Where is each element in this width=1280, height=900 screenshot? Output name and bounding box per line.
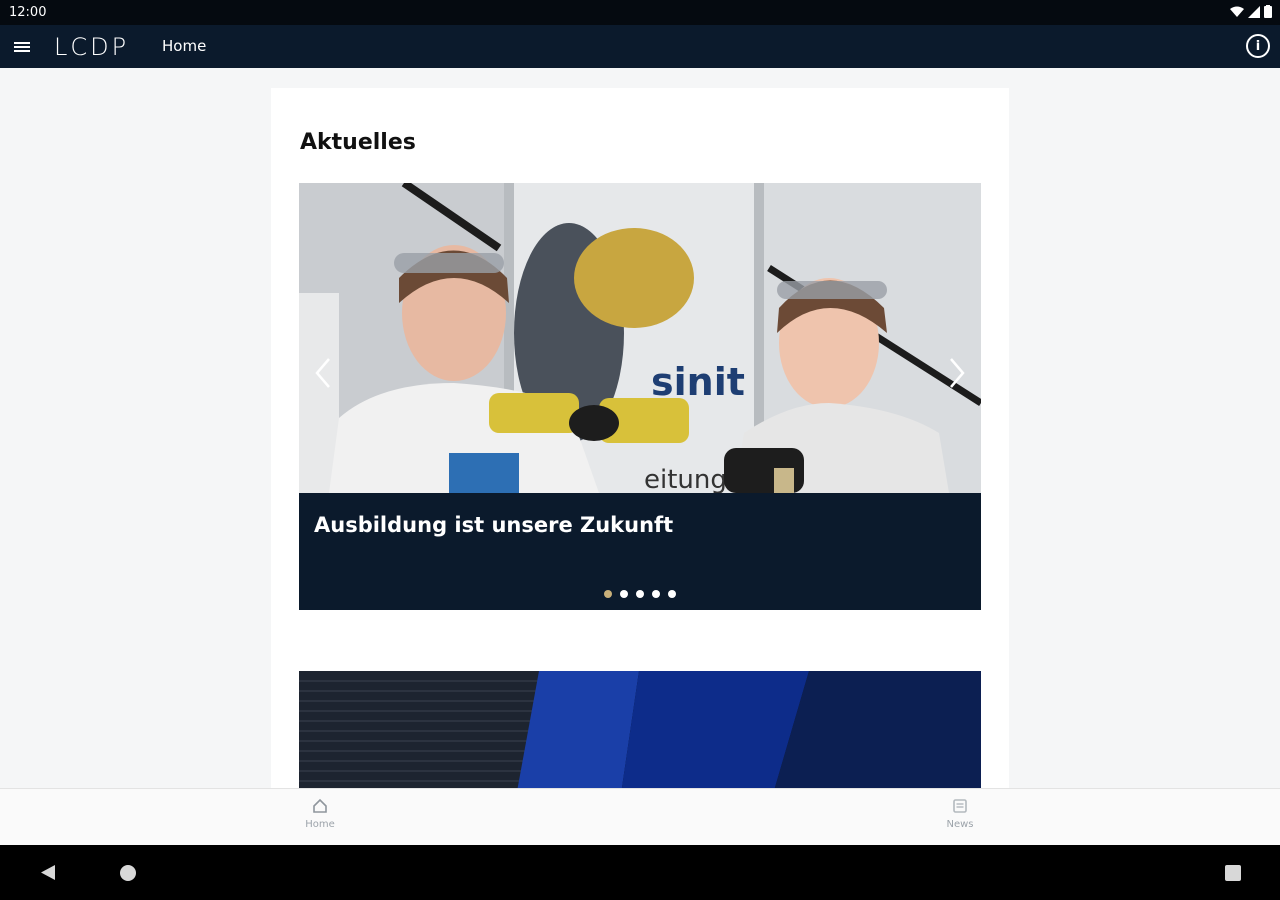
page-title: Home xyxy=(162,37,207,55)
slide-caption-text: Ausbildung ist unsere Zukunft xyxy=(314,513,674,537)
system-navigation-bar xyxy=(0,845,1280,900)
news-image[interactable] xyxy=(299,671,981,788)
nav-news[interactable]: News xyxy=(930,797,990,830)
slide-image[interactable]: sinit eitung xyxy=(299,183,981,493)
slider-dot[interactable] xyxy=(668,590,676,598)
nav-home[interactable]: Home xyxy=(290,797,350,830)
news-photo xyxy=(299,671,981,788)
home-icon xyxy=(313,798,327,813)
home-button-icon[interactable] xyxy=(120,865,136,881)
news-slider[interactable]: sinit eitung Ausbildung ist unsere Zukun… xyxy=(299,183,981,610)
slider-dot[interactable] xyxy=(620,590,628,598)
slide-sign-text: sinit xyxy=(651,360,745,404)
chevron-left-icon[interactable] xyxy=(313,355,333,391)
info-icon[interactable]: i xyxy=(1246,34,1270,58)
slide-partial-text: eitung xyxy=(644,465,727,493)
slide-caption[interactable]: Ausbildung ist unsere Zukunft xyxy=(299,493,981,610)
back-icon[interactable] xyxy=(40,864,56,881)
bottom-navigation: Home News xyxy=(0,788,1280,845)
recents-icon[interactable] xyxy=(1225,865,1241,881)
slider-pagination xyxy=(299,590,981,598)
status-bar: 12:00 xyxy=(0,0,1280,25)
status-icons xyxy=(1230,5,1272,18)
battery-icon xyxy=(1264,5,1272,18)
slider-dot[interactable] xyxy=(636,590,644,598)
news-icon xyxy=(953,799,967,813)
menu-icon[interactable] xyxy=(12,37,32,57)
news-card: Aktuelles sinit eitung Ausbildung ist un… xyxy=(271,88,1009,788)
slide-photo: sinit eitung xyxy=(299,183,981,493)
section-title: Aktuelles xyxy=(300,130,416,155)
chevron-right-icon[interactable] xyxy=(947,355,967,391)
status-time: 12:00 xyxy=(9,5,47,20)
slider-dot[interactable] xyxy=(652,590,660,598)
slider-dot[interactable] xyxy=(604,590,612,598)
app-logo: LCDP xyxy=(54,33,130,61)
signal-icon xyxy=(1248,5,1260,18)
app-bar: LCDP Home i xyxy=(0,25,1280,68)
wifi-icon xyxy=(1230,6,1244,17)
nav-news-label: News xyxy=(946,819,974,830)
main-content[interactable]: Aktuelles sinit eitung Ausbildung ist un… xyxy=(0,68,1280,788)
nav-home-label: Home xyxy=(305,819,335,830)
